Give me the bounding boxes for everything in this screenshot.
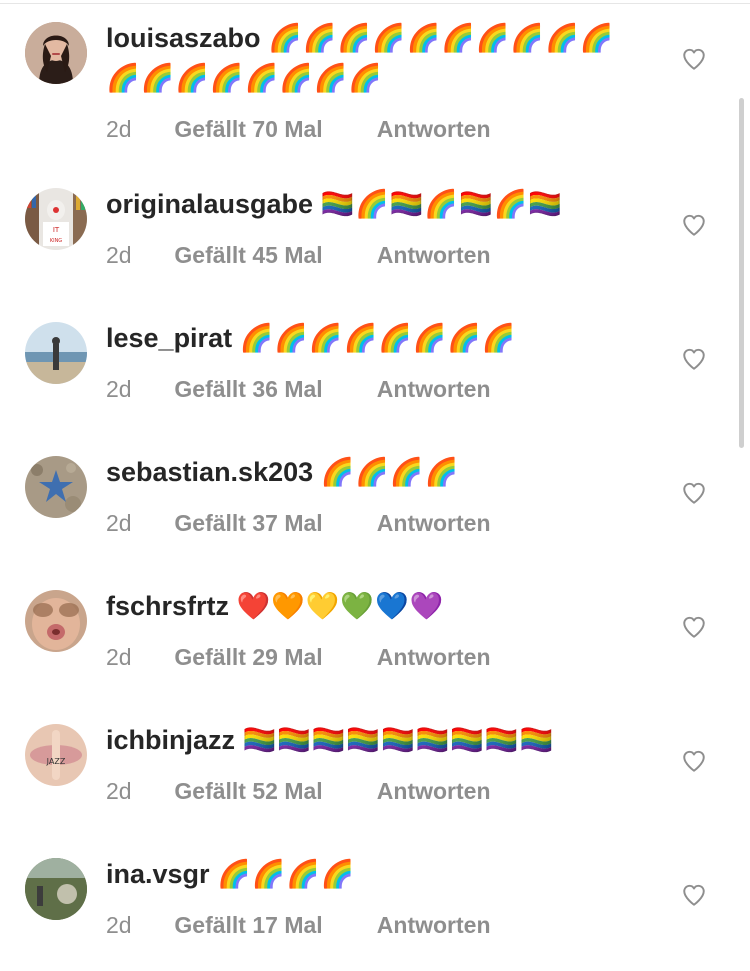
username[interactable]: ichbinjazz: [106, 725, 235, 755]
comment-text: lese_pirat 🌈🌈🌈🌈🌈🌈🌈🌈: [106, 318, 646, 358]
comment-content: 🌈🌈🌈🌈: [320, 457, 460, 487]
heart-outline-icon: [683, 214, 705, 236]
heart-outline-icon: [683, 48, 705, 70]
avatar-image: [25, 456, 87, 518]
comment-body: ina.vsgr 🌈🌈🌈🌈 2d Gefällt 17 Mal Antworte…: [106, 854, 646, 940]
reply-button[interactable]: Antworten: [377, 508, 491, 538]
reply-button[interactable]: Antworten: [377, 642, 491, 672]
timestamp: 2d: [106, 242, 132, 268]
username[interactable]: originalausgabe: [106, 189, 313, 219]
comment-text: ichbinjazz 🏳️‍🌈🏳️‍🌈🏳️‍🌈🏳️‍🌈🏳️‍🌈🏳️‍🌈🏳️‍🌈🏳…: [106, 720, 646, 760]
reply-button[interactable]: Antworten: [377, 776, 491, 806]
comment-meta: 2d Gefällt 29 Mal Antworten: [106, 642, 646, 672]
reply-button[interactable]: Antworten: [377, 910, 491, 940]
avatar-image: [25, 322, 87, 384]
comment-body: louisaszabo 🌈🌈🌈🌈🌈🌈🌈🌈🌈🌈🌈🌈🌈🌈🌈🌈🌈🌈 2d Gefäll…: [106, 18, 646, 144]
avatar[interactable]: IT KING: [25, 188, 87, 250]
comment-body: originalausgabe 🏳️‍🌈🌈🏳️‍🌈🌈🏳️‍🌈🌈🏳️‍🌈 2d G…: [106, 184, 646, 270]
svg-text:IT: IT: [53, 226, 60, 234]
like-count[interactable]: Gefällt 36 Mal: [174, 374, 370, 404]
reply-button[interactable]: Antworten: [377, 114, 491, 144]
svg-text:JAZZ: JAZZ: [46, 757, 66, 766]
avatar[interactable]: [25, 22, 87, 84]
timestamp: 2d: [106, 376, 132, 402]
username[interactable]: sebastian.sk203: [106, 457, 313, 487]
timestamp: 2d: [106, 778, 132, 804]
avatar[interactable]: [25, 590, 87, 652]
like-count[interactable]: Gefällt 17 Mal: [174, 910, 370, 940]
reply-button[interactable]: Antworten: [377, 240, 491, 270]
like-button[interactable]: [681, 346, 707, 372]
comment-meta: 2d Gefällt 52 Mal Antworten: [106, 776, 646, 806]
avatar-image: [25, 22, 87, 84]
comment-meta: 2d Gefällt 70 Mal Antworten: [106, 114, 646, 144]
username[interactable]: lese_pirat: [106, 323, 232, 353]
like-button[interactable]: [681, 882, 707, 908]
comment-text: louisaszabo 🌈🌈🌈🌈🌈🌈🌈🌈🌈🌈🌈🌈🌈🌈🌈🌈🌈🌈: [106, 18, 646, 98]
username[interactable]: ina.vsgr: [106, 859, 210, 889]
comment-list: louisaszabo 🌈🌈🌈🌈🌈🌈🌈🌈🌈🌈🌈🌈🌈🌈🌈🌈🌈🌈 2d Gefäll…: [0, 0, 750, 971]
username[interactable]: louisaszabo: [106, 23, 261, 53]
comment-content: ❤️🧡💛💚💙💜: [236, 591, 445, 621]
comment-text: sebastian.sk203 🌈🌈🌈🌈: [106, 452, 646, 492]
timestamp: 2d: [106, 912, 132, 938]
comment-body: fschrsfrtz ❤️🧡💛💚💙💜 2d Gefällt 29 Mal Ant…: [106, 586, 646, 672]
like-count[interactable]: Gefällt 45 Mal: [174, 240, 370, 270]
like-button[interactable]: [681, 480, 707, 506]
comment-meta: 2d Gefällt 37 Mal Antworten: [106, 508, 646, 538]
comment-body: ichbinjazz 🏳️‍🌈🏳️‍🌈🏳️‍🌈🏳️‍🌈🏳️‍🌈🏳️‍🌈🏳️‍🌈🏳…: [106, 720, 646, 806]
avatar-image: IT KING: [25, 188, 87, 250]
comment-meta: 2d Gefällt 45 Mal Antworten: [106, 240, 646, 270]
avatar-image: [25, 590, 87, 652]
comment-content: 🌈🌈🌈🌈: [217, 859, 356, 889]
like-count[interactable]: Gefällt 70 Mal: [174, 114, 370, 144]
like-count[interactable]: Gefällt 29 Mal: [174, 642, 370, 672]
comment-text: ina.vsgr 🌈🌈🌈🌈: [106, 854, 646, 894]
avatar[interactable]: [25, 456, 87, 518]
comment-content: 🏳️‍🌈🏳️‍🌈🏳️‍🌈🏳️‍🌈🏳️‍🌈🏳️‍🌈🏳️‍🌈🏳️‍🌈🏳️‍🌈: [242, 725, 555, 755]
comment-content: 🏳️‍🌈🌈🏳️‍🌈🌈🏳️‍🌈🌈🏳️‍🌈: [320, 189, 563, 219]
comment-text: fschrsfrtz ❤️🧡💛💚💙💜: [106, 586, 646, 626]
like-button[interactable]: [681, 748, 707, 774]
like-button[interactable]: [681, 614, 707, 640]
heart-outline-icon: [683, 750, 705, 772]
heart-outline-icon: [683, 482, 705, 504]
username[interactable]: fschrsfrtz: [106, 591, 229, 621]
timestamp: 2d: [106, 116, 132, 142]
heart-outline-icon: [683, 616, 705, 638]
comment-content: 🌈🌈🌈🌈🌈🌈🌈🌈: [239, 323, 517, 353]
comment-text: originalausgabe 🏳️‍🌈🌈🏳️‍🌈🌈🏳️‍🌈🌈🏳️‍🌈: [106, 184, 646, 224]
avatar[interactable]: [25, 858, 87, 920]
comment-meta: 2d Gefällt 17 Mal Antworten: [106, 910, 646, 940]
comment-body: sebastian.sk203 🌈🌈🌈🌈 2d Gefällt 37 Mal A…: [106, 452, 646, 538]
reply-button[interactable]: Antworten: [377, 374, 491, 404]
comment-body: lese_pirat 🌈🌈🌈🌈🌈🌈🌈🌈 2d Gefällt 36 Mal An…: [106, 318, 646, 404]
comment-meta: 2d Gefällt 36 Mal Antworten: [106, 374, 646, 404]
avatar-image: JAZZ: [25, 724, 87, 786]
avatar[interactable]: JAZZ: [25, 724, 87, 786]
avatar-image: [25, 858, 87, 920]
like-button[interactable]: [681, 212, 707, 238]
heart-outline-icon: [683, 884, 705, 906]
timestamp: 2d: [106, 644, 132, 670]
like-count[interactable]: Gefällt 37 Mal: [174, 508, 370, 538]
avatar[interactable]: [25, 322, 87, 384]
scrollbar[interactable]: [739, 98, 744, 448]
svg-text:KING: KING: [50, 238, 62, 244]
like-count[interactable]: Gefällt 52 Mal: [174, 776, 370, 806]
heart-outline-icon: [683, 348, 705, 370]
timestamp: 2d: [106, 510, 132, 536]
like-button[interactable]: [681, 46, 707, 72]
